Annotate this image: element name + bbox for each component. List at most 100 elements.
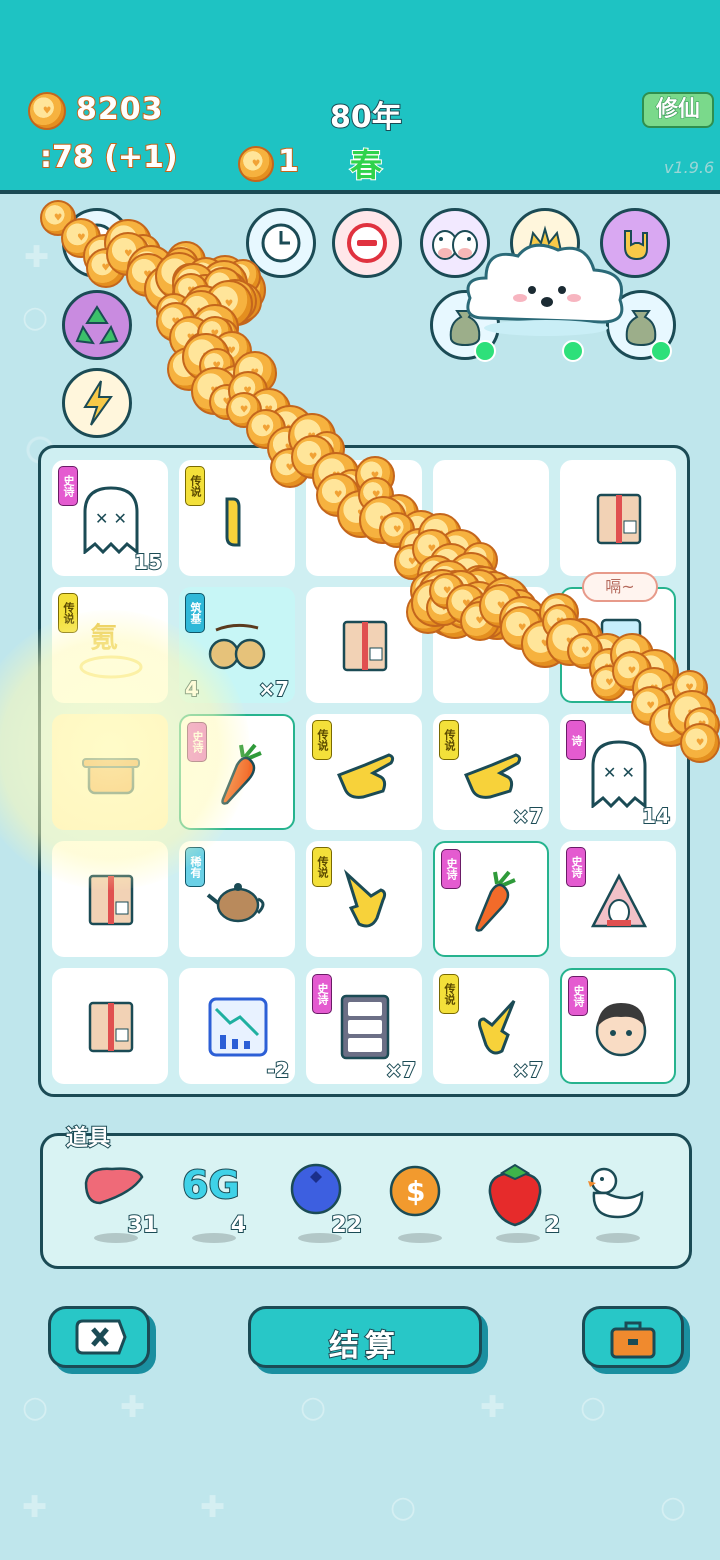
cardboard-box-icon [330, 611, 400, 681]
recycle-icon [75, 305, 119, 345]
rarity-tag: 传说 [312, 720, 332, 760]
minus-buff[interactable] [332, 208, 402, 278]
cardboard-box-icon [76, 992, 146, 1062]
plus-deco-icon: ✚ [22, 1490, 48, 1525]
status-dot [474, 340, 496, 362]
speech-bubble: 嗝~ [582, 572, 658, 602]
lightning-buff[interactable] [62, 368, 132, 438]
grid-cell[interactable] [306, 587, 422, 703]
grid-cell[interactable] [306, 460, 422, 576]
status-dot [562, 340, 584, 362]
exit-button[interactable] [48, 1306, 150, 1368]
grid-cell[interactable]: 诗 ✕ ✕ 14 [560, 714, 676, 830]
prop-shadow [192, 1233, 236, 1243]
grid-cell[interactable]: 史诗 [560, 968, 676, 1084]
grid-cell[interactable]: 传说 [306, 714, 422, 830]
quantity: 15 [133, 549, 163, 575]
minus-icon [347, 223, 387, 263]
pointing-hand-icon [457, 992, 527, 1062]
quantity: ×7 [384, 1057, 417, 1083]
rarity-tag: 史诗 [441, 849, 461, 889]
prop-count: 4 [230, 1212, 247, 1239]
rarity-tag: 传说 [312, 847, 332, 887]
grid-cell[interactable]: 传说 [306, 841, 422, 957]
income-label: :78 (+1) [39, 139, 179, 176]
strawberry-icon [488, 1163, 542, 1227]
grid-cell[interactable] [560, 587, 676, 703]
grid-cell[interactable] [560, 460, 676, 576]
grid-cell[interactable] [433, 587, 549, 703]
plus-deco-icon: ✚ [200, 1490, 226, 1525]
settle-button[interactable]: 结算 [248, 1306, 482, 1368]
pointing-hand-icon [457, 738, 527, 808]
grid-cell[interactable]: 传说 [179, 460, 295, 576]
prop-shadow [398, 1233, 442, 1243]
rarity-tag: 传说 [185, 466, 205, 506]
grid-cell[interactable] [433, 460, 549, 576]
bag-button[interactable] [582, 1306, 684, 1368]
rarity-tag: 史诗 [566, 847, 586, 887]
clock-buff[interactable] [62, 208, 132, 278]
props-title: 道具 [65, 1125, 111, 1152]
grid-cell[interactable]: 史诗 ×7 [306, 968, 422, 1084]
recycle-buff[interactable] [62, 290, 132, 360]
blueberry-icon [290, 1163, 342, 1215]
version-label: v1.9.6 [664, 158, 715, 177]
prop-blueberry[interactable]: 22 [286, 1163, 363, 1243]
year-label: 80年 [329, 99, 403, 136]
circle-deco-icon: ○ [22, 1390, 49, 1425]
prop-count: 2 [544, 1212, 561, 1239]
grid-cell[interactable]: 史诗 ✕ ✕ 15 [52, 460, 168, 576]
cloud-mascot-icon [462, 238, 630, 338]
quantity: 14 [641, 803, 671, 829]
cultivate-button[interactable]: 修仙 [642, 92, 714, 128]
clock-icon [77, 223, 117, 263]
svg-text:✕ ✕: ✕ ✕ [95, 509, 127, 528]
prop-liver[interactable]: 31 [82, 1163, 159, 1243]
coin-dollar-icon: $ [389, 1165, 441, 1217]
rarity-tag: 史诗 [568, 976, 588, 1016]
stock-down-chart-icon [203, 992, 273, 1062]
grid-cell[interactable]: 传说 ×7 [433, 714, 549, 830]
duck-icon [588, 1167, 644, 1219]
pointing-hand-icon [203, 484, 273, 554]
rarity-tag: 传说 [439, 974, 459, 1014]
grid-cell[interactable]: -2 [179, 968, 295, 1084]
circle-deco-icon: ○ [22, 300, 49, 335]
teapot-icon [203, 865, 273, 935]
coin-icon [238, 146, 274, 182]
6g-icon: 6G [181, 1162, 241, 1208]
grid-cell[interactable] [52, 968, 168, 1084]
grid-cell[interactable]: 传说 ×7 [433, 968, 549, 1084]
status-dot [650, 340, 672, 362]
season-label: 春 [349, 145, 383, 185]
prop-strawberry[interactable]: 2 [484, 1163, 561, 1243]
prop-coin[interactable]: $ [386, 1163, 456, 1243]
clock-buff-2[interactable] [246, 208, 316, 278]
quantity: ×7 [511, 1057, 544, 1083]
grid-cell[interactable]: 史诗 [560, 841, 676, 957]
prop-count: 31 [126, 1212, 159, 1239]
prop-count: 22 [330, 1212, 363, 1239]
carrot-icon [459, 867, 529, 937]
settle-label: 结算 [328, 1328, 401, 1365]
circle-deco-icon: ○ [580, 1390, 607, 1425]
coin-balance: 8203 [75, 91, 164, 128]
prop-duck[interactable] [584, 1163, 654, 1243]
rarity-tag: 筑基 [185, 593, 205, 633]
quantity: ×7 [257, 676, 290, 702]
rarity-tag: 传说 [439, 720, 459, 760]
grid-cell[interactable]: 史诗 [433, 841, 549, 957]
rarity-tag: 史诗 [58, 466, 78, 506]
prop-shadow [496, 1233, 540, 1243]
close-icon [51, 1317, 147, 1357]
ghost-icon: ✕ ✕ [584, 738, 654, 808]
circle-deco-icon: ○ [660, 1490, 687, 1525]
fridge-icon [586, 613, 656, 683]
rabbit-house-icon [584, 865, 654, 935]
prop-6g[interactable]: 6G 4 [180, 1162, 250, 1243]
server-rack-icon [330, 992, 400, 1062]
cardboard-box-icon [584, 484, 654, 554]
pointing-hand-icon [330, 865, 400, 935]
secondary-count: 1 [277, 143, 300, 180]
